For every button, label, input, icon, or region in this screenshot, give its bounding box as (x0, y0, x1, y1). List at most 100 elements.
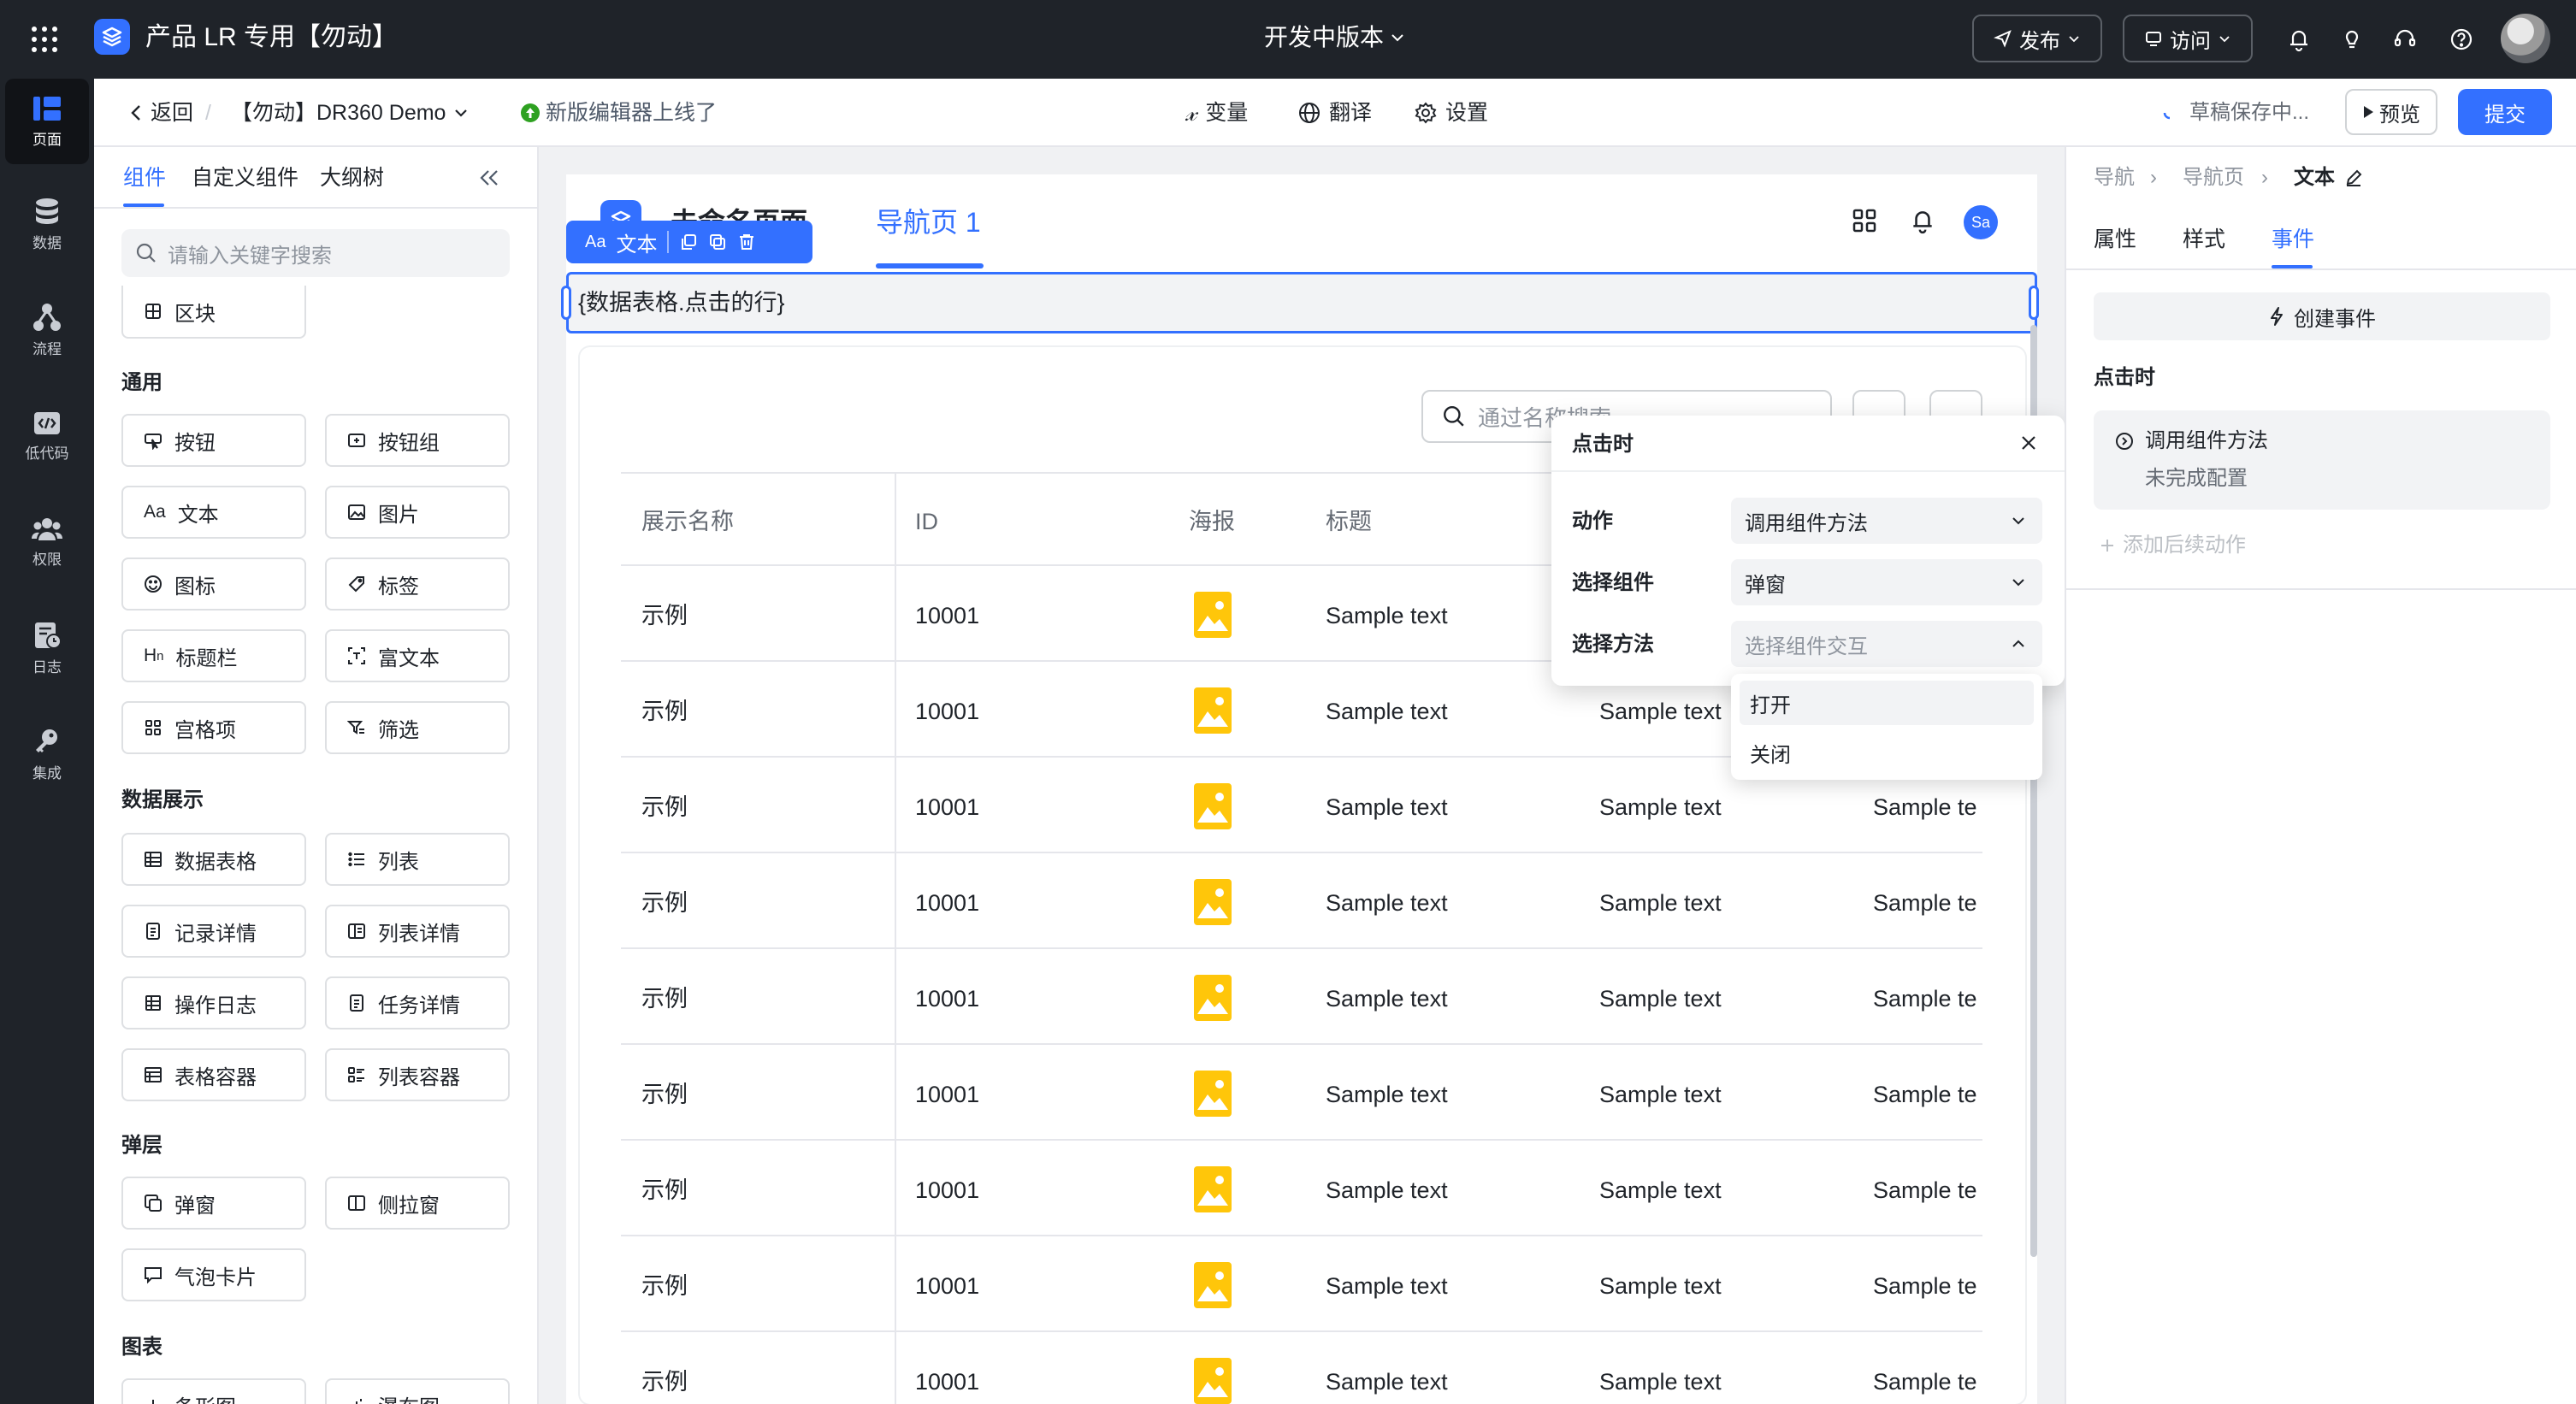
tab-custom-components[interactable]: 自定义组件 (192, 161, 298, 195)
component-popover-card[interactable]: 气泡卡片 (121, 1248, 306, 1301)
delete-icon[interactable] (737, 233, 756, 251)
preview-button[interactable]: 预览 (2345, 89, 2437, 135)
create-event-button[interactable]: 创建事件 (2094, 292, 2550, 340)
page-selector[interactable]: 【勿动】DR360 Demo (231, 96, 470, 130)
bell-icon[interactable] (2282, 22, 2316, 56)
selected-text-component[interactable] (566, 272, 2037, 333)
component-drawer[interactable]: 侧拉窗 (325, 1177, 510, 1230)
breadcrumb-nav-page[interactable]: 导航页 (2183, 162, 2244, 193)
lightning-icon (2268, 306, 2285, 327)
component-waterfall-chart[interactable]: 瀑布图 (325, 1378, 510, 1404)
rail-item-pages[interactable]: 页面 (5, 79, 94, 164)
notice-link[interactable]: 新版编辑器上线了 (520, 96, 717, 130)
method-label: 选择方法 (1572, 633, 1654, 656)
user-avatar[interactable] (2501, 14, 2550, 63)
component-label: 标题栏 (175, 646, 238, 670)
component-list[interactable]: 列表 (325, 833, 510, 886)
component-operation-log[interactable]: 操作日志 (121, 976, 306, 1029)
duplicate-icon[interactable] (708, 233, 727, 251)
resize-handle-left[interactable] (561, 286, 571, 320)
method-option-close[interactable]: 关闭 (1740, 730, 2034, 775)
table-cell-col6: Sample te (1873, 1273, 1977, 1299)
component-title-bar[interactable]: Hn 标题栏 (121, 629, 306, 682)
version-label: 开发中版本 (1264, 24, 1385, 50)
component-label: 任务详情 (378, 994, 460, 1018)
method-option-open[interactable]: 打开 (1740, 681, 2034, 725)
version-selector[interactable]: 开发中版本 (1264, 19, 1406, 56)
tab-events[interactable]: 事件 (2272, 224, 2314, 255)
close-icon[interactable] (2013, 428, 2044, 458)
app-grid-icon[interactable] (27, 22, 62, 56)
component-label: 弹窗 (174, 1194, 216, 1218)
component-button[interactable]: 按钮 (121, 414, 306, 467)
help-icon[interactable] (2444, 22, 2479, 56)
component-label: 侧拉窗 (378, 1194, 440, 1218)
component-label: 列表详情 (378, 922, 460, 946)
search-icon (135, 242, 157, 264)
variables-button[interactable]: 𝓍 变量 (1185, 96, 1248, 130)
submit-button[interactable]: 提交 (2458, 89, 2552, 135)
table-cell-col6: Sample te (1873, 1082, 1977, 1107)
column-header-id: ID (915, 509, 938, 534)
component-record-detail[interactable]: 记录详情 (121, 905, 306, 958)
component-data-table[interactable]: 数据表格 (121, 833, 306, 886)
visit-button[interactable]: 访问 (2123, 15, 2253, 62)
database-icon (32, 197, 62, 226)
nav-tab-1[interactable]: 导航页 1 (876, 204, 981, 241)
lightbulb-icon[interactable] (2335, 22, 2369, 56)
bell-icon[interactable] (1905, 204, 1940, 238)
breadcrumb-nav[interactable]: 导航 (2094, 162, 2135, 193)
component-block[interactable]: 区块 (121, 286, 306, 339)
rail-item-integration[interactable]: 集成 (0, 711, 94, 797)
component-image[interactable]: 图片 (325, 486, 510, 539)
rail-label: 集成 (32, 764, 62, 782)
resize-handle-right[interactable] (2029, 286, 2039, 320)
component-select[interactable]: 弹窗 (1731, 559, 2042, 605)
component-list-container[interactable]: 列表容器 (325, 1048, 510, 1101)
rail-item-data[interactable]: 数据 (0, 181, 94, 267)
add-follow-action-button[interactable]: 添加后续动作 (2099, 530, 2246, 561)
component-text[interactable]: Aa 文本 (121, 486, 306, 539)
table-cell-display-name: 示例 (641, 890, 688, 916)
component-list-detail[interactable]: 列表详情 (325, 905, 510, 958)
back-label: 返回 (151, 101, 194, 125)
component-dialog[interactable]: 弹窗 (121, 1177, 306, 1230)
tab-styles[interactable]: 样式 (2183, 224, 2225, 255)
key-icon (32, 727, 62, 756)
collapse-panel-icon[interactable] (474, 162, 505, 193)
back-button[interactable]: 返回 (128, 96, 193, 130)
copy-icon[interactable] (679, 233, 698, 251)
tab-outline-tree[interactable]: 大纲树 (320, 161, 384, 195)
settings-button[interactable]: 设置 (1415, 96, 1488, 130)
column-divider (895, 472, 896, 1404)
component-table-container[interactable]: 表格容器 (121, 1048, 306, 1101)
translate-button[interactable]: 翻译 (1298, 96, 1372, 130)
headset-icon[interactable] (2388, 22, 2422, 56)
table-cell-title: Sample text (1326, 986, 1448, 1012)
action-select[interactable]: 调用组件方法 (1731, 498, 2042, 544)
component-label: 气泡卡片 (174, 1265, 257, 1289)
rail-item-logs[interactable]: 日志 (0, 605, 94, 691)
component-rich-text[interactable]: 富文本 (325, 629, 510, 682)
poster-image-icon (1194, 783, 1232, 829)
publish-button[interactable]: 发布 (1972, 15, 2102, 62)
tab-components[interactable]: 组件 (123, 161, 166, 195)
table-cell-col6: Sample te (1873, 890, 1977, 916)
canvas-avatar[interactable]: Sa (1964, 205, 1998, 239)
component-task-detail[interactable]: 任务详情 (325, 976, 510, 1029)
tab-properties[interactable]: 属性 (2094, 224, 2136, 255)
rail-item-flow[interactable]: 流程 (0, 287, 94, 373)
grid-apps-icon[interactable] (1849, 205, 1880, 236)
edit-icon[interactable] (2342, 166, 2366, 190)
column-header-title: 标题 (1326, 509, 1372, 534)
method-select[interactable]: 选择组件交互 (1731, 621, 2042, 667)
component-button-group[interactable]: 按钮组 (325, 414, 510, 467)
rail-item-lowcode[interactable]: 低代码 (0, 393, 94, 479)
component-grid-item[interactable]: 宫格项 (121, 701, 306, 754)
component-filter[interactable]: 筛选 (325, 701, 510, 754)
component-tag[interactable]: 标签 (325, 557, 510, 611)
component-bar-chart[interactable]: 条形图 (121, 1378, 306, 1404)
component-search-input[interactable]: 请输入关键字搜索 (121, 229, 510, 277)
component-icon[interactable]: 图标 (121, 557, 306, 611)
rail-item-permissions[interactable]: 权限 (0, 499, 94, 585)
